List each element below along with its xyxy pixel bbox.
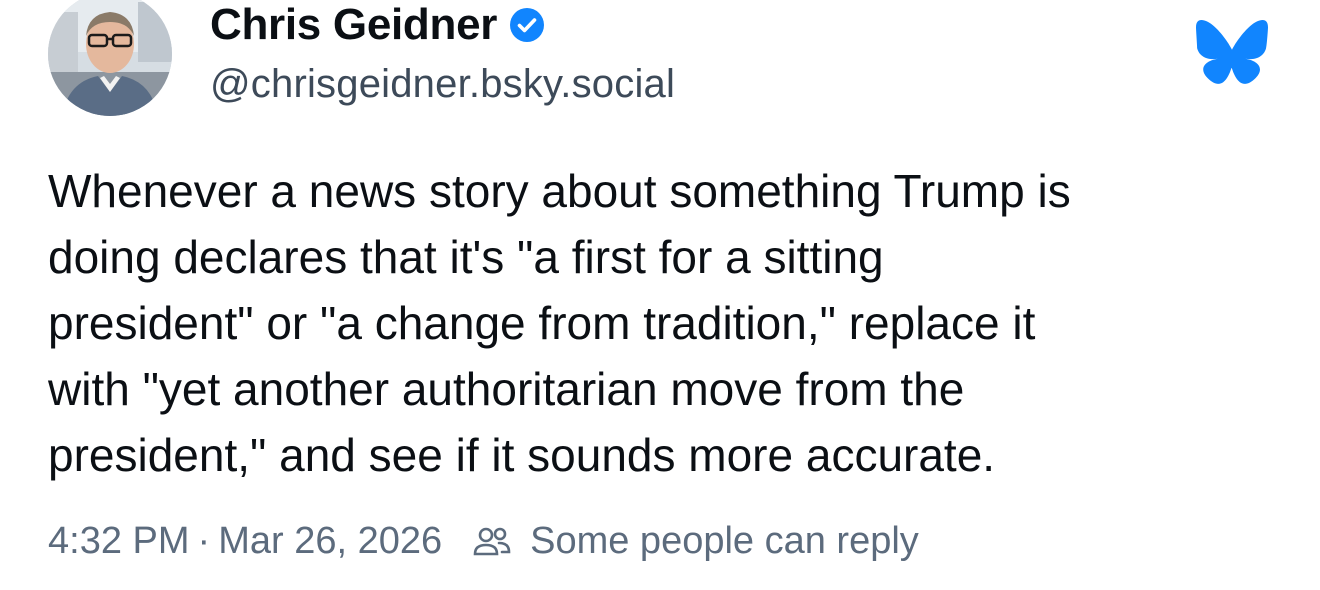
reply-setting-link[interactable]: Some people can reply	[530, 520, 919, 563]
post-meta: 4:32 PM · Mar 26, 2026 Some people can r…	[48, 520, 919, 563]
meta-separator: ·	[197, 520, 211, 562]
post-time[interactable]: 4:32 PM	[48, 520, 190, 563]
avatar[interactable]	[48, 0, 172, 116]
avatar-image	[48, 0, 172, 116]
author-info: Chris Geidner @chrisgeidner.bsky.social	[210, 0, 675, 107]
people-icon	[472, 522, 512, 562]
author-handle[interactable]: @chrisgeidner.bsky.social	[210, 62, 675, 107]
author-name-row: Chris Geidner	[210, 0, 675, 52]
post-date[interactable]: Mar 26, 2026	[218, 520, 442, 563]
post-card: Chris Geidner @chrisgeidner.bsky.social …	[0, 0, 1320, 590]
verified-check-icon[interactable]	[509, 7, 545, 43]
bluesky-butterfly-icon[interactable]	[1196, 20, 1268, 84]
post-text: Whenever a news story about something Tr…	[48, 165, 1071, 481]
author-display-name[interactable]: Chris Geidner	[210, 0, 497, 50]
